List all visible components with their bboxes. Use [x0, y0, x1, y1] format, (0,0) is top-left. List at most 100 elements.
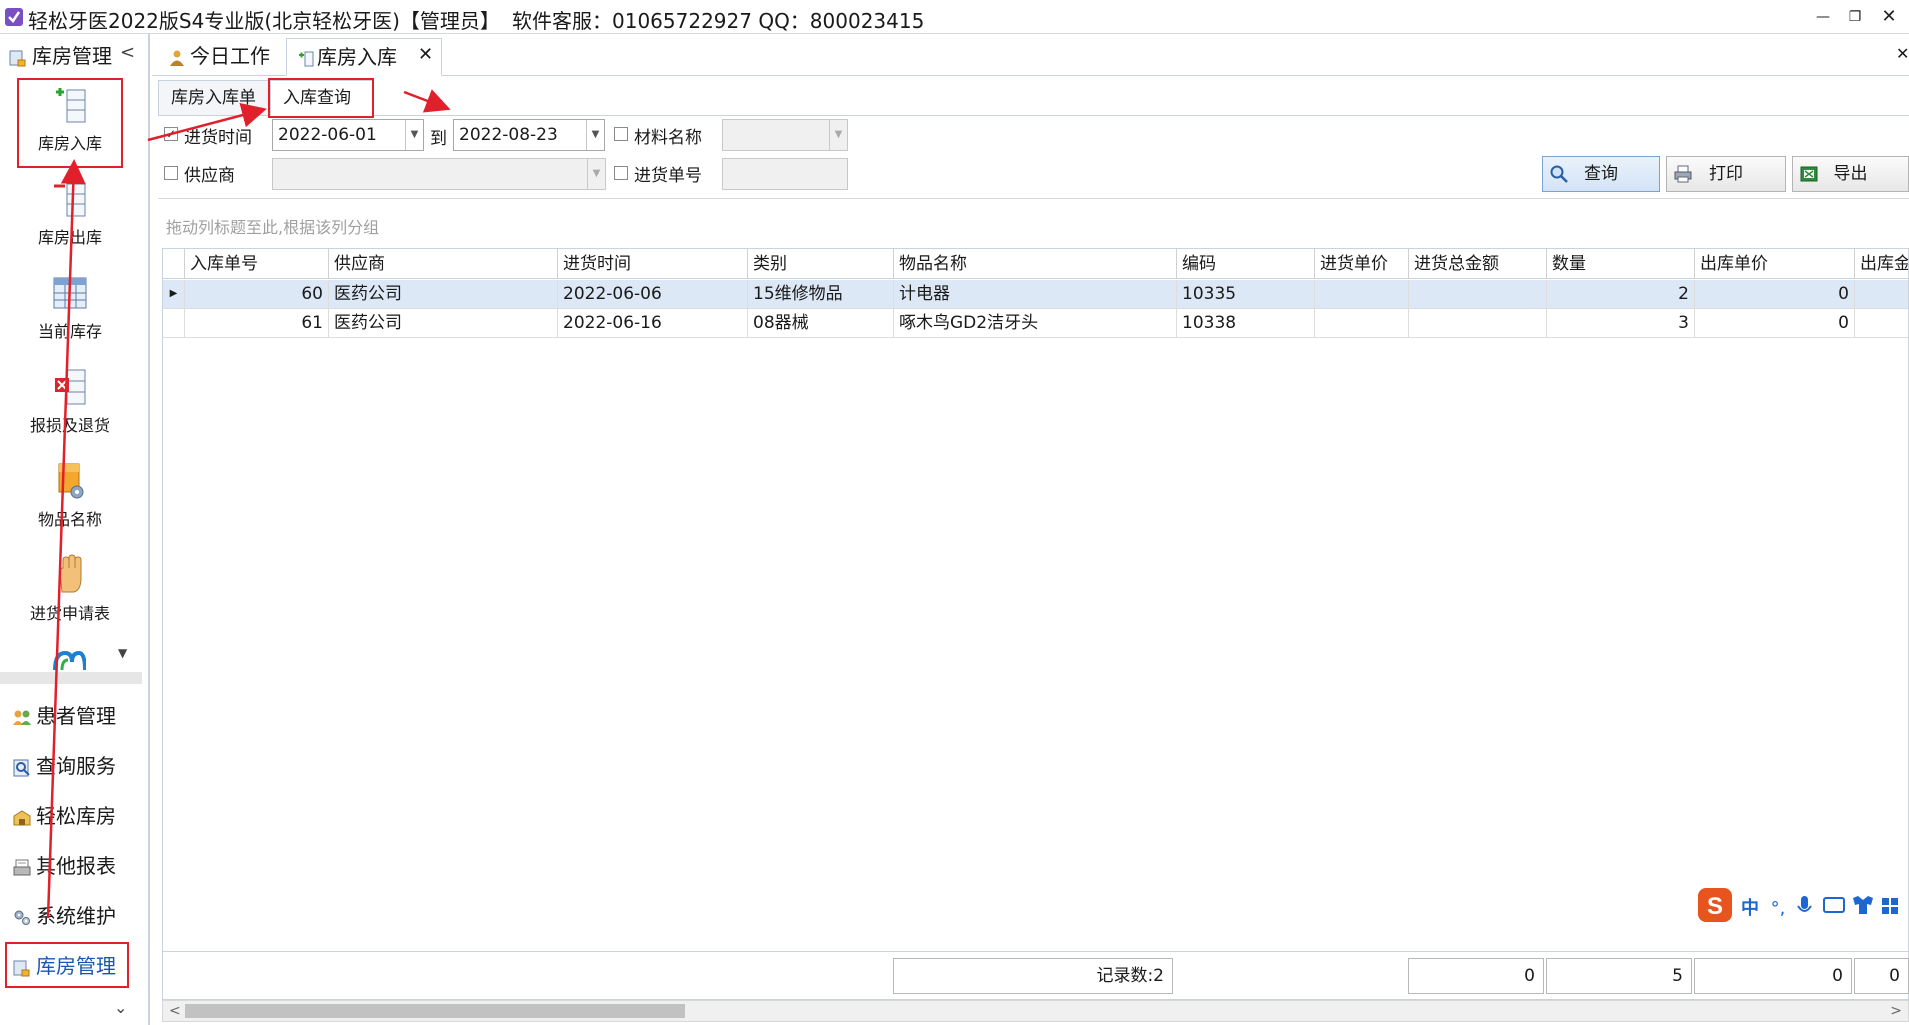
nav-label: 查询服务 [36, 754, 116, 778]
column-header-out-price[interactable]: 出库单价 [1695, 249, 1855, 279]
tool-label: 当前库存 [37, 322, 102, 341]
ime-mic-icon [1801, 896, 1808, 909]
sidebar-header[interactable]: 库房管理 [8, 40, 112, 70]
ime-mode: 中 [1741, 897, 1759, 919]
ime-keyboard-icon [1823, 897, 1845, 913]
supplier-filter-checkbox[interactable] [164, 163, 178, 183]
dropdown-arrow-icon[interactable]: ▼ [829, 120, 847, 150]
material-select[interactable]: ▼ [722, 119, 848, 151]
scroll-down-icon[interactable]: ▼ [118, 646, 127, 660]
dropdown-arrow-icon[interactable]: ▼ [405, 120, 423, 150]
footer-total-amount: 0 [1408, 958, 1544, 994]
tab-label: 库房入库 [317, 45, 397, 69]
column-header-supplier[interactable]: 供应商 [329, 249, 558, 279]
table-cell[interactable]: 60 [185, 280, 329, 309]
sidebar-header-label: 库房管理 [32, 44, 112, 68]
row-indicator[interactable] [163, 309, 185, 338]
footer-total-quantity: 5 [1546, 958, 1692, 994]
close-icon[interactable]: ✕ [418, 44, 433, 65]
column-header-unit-price[interactable]: 进货单价 [1315, 249, 1409, 279]
tool-purchase-request[interactable]: 进货申请表 [0, 554, 140, 624]
ime-toolbar[interactable]: S 中 °, [1696, 886, 1909, 926]
checkbox-checked-icon: ✓ [164, 127, 178, 141]
table-cell[interactable] [1409, 309, 1547, 338]
dropdown-arrow-icon[interactable]: ▼ [587, 159, 605, 189]
tab-label: 今日工作 [190, 44, 270, 68]
annotation-box-inbound [17, 78, 123, 168]
table-cell[interactable]: 10335 [1177, 280, 1315, 309]
table-cell[interactable]: 计电器 [894, 280, 1177, 309]
query-service-icon [13, 759, 30, 776]
column-header-total-amount[interactable]: 进货总金额 [1409, 249, 1547, 279]
nav-item-warehouse[interactable]: 轻松库房 [12, 800, 116, 830]
table-cell[interactable]: 2022-06-06 [558, 280, 748, 309]
tool-outbound[interactable]: 库房出库 [0, 178, 140, 248]
tab-today-work[interactable]: 今日工作 [158, 38, 284, 76]
table-cell[interactable] [1855, 280, 1908, 309]
warehouse-icon [13, 809, 31, 825]
column-header-quantity[interactable]: 数量 [1547, 249, 1695, 279]
nav-item-query-service[interactable]: 查询服务 [12, 750, 116, 780]
dropdown-arrow-icon[interactable]: ▼ [586, 120, 604, 150]
close-panel-icon[interactable]: ✕ [1896, 44, 1909, 63]
date-to-picker[interactable]: 2022-08-23 ▼ [453, 119, 605, 151]
table-cell[interactable] [1315, 309, 1409, 338]
chevron-down-icon[interactable]: ⌄ [114, 998, 127, 1017]
table-cell[interactable]: 3 [1547, 309, 1695, 338]
table-cell[interactable] [1409, 280, 1547, 309]
tool-inventory[interactable]: 当前库存 [0, 272, 140, 342]
excel-icon [1800, 166, 1818, 182]
table-cell[interactable] [1855, 309, 1908, 338]
table-cell[interactable]: 0 [1695, 309, 1855, 338]
column-header-order-no[interactable]: 入库单号 [185, 249, 329, 279]
column-header-item-name[interactable]: 物品名称 [894, 249, 1177, 279]
table-cell[interactable]: 0 [1695, 280, 1855, 309]
order-no-input[interactable] [722, 158, 848, 190]
table-cell[interactable]: 08器械 [748, 309, 894, 338]
tool-damage-return[interactable]: 报损及退货 [0, 366, 140, 436]
export-button[interactable]: 导出 [1792, 156, 1909, 192]
material-filter-checkbox[interactable] [614, 124, 628, 144]
more-tools-icon[interactable] [52, 650, 86, 674]
table-cell[interactable]: 啄木鸟GD2洁牙头 [894, 309, 1177, 338]
order-no-filter-checkbox[interactable] [614, 163, 628, 183]
column-header-code[interactable]: 编码 [1177, 249, 1315, 279]
table-cell[interactable]: 61 [185, 309, 329, 338]
scrollbar-thumb[interactable] [185, 1004, 685, 1018]
chevron-left-icon[interactable]: < [120, 42, 135, 63]
table-cell[interactable]: 2022-06-16 [558, 309, 748, 338]
column-header-category[interactable]: 类别 [748, 249, 894, 279]
table-cell[interactable]: 2 [1547, 280, 1695, 309]
restore-button[interactable]: ❐ [1844, 6, 1866, 28]
supplier-select[interactable]: ▼ [272, 158, 606, 190]
query-button[interactable]: 查询 [1542, 156, 1660, 192]
row-indicator-header [163, 249, 185, 279]
nav-item-reports[interactable]: 其他报表 [12, 850, 116, 880]
tool-label: 进货申请表 [29, 604, 110, 623]
nav-item-patients[interactable]: 患者管理 [12, 700, 116, 730]
sidebar-splitter[interactable] [0, 672, 142, 684]
scroll-right-icon[interactable]: > [1890, 1001, 1902, 1021]
column-header-purchase-date[interactable]: 进货时间 [558, 249, 748, 279]
nav-item-maintenance[interactable]: 系统维护 [12, 900, 116, 930]
print-button[interactable]: 打印 [1666, 156, 1786, 192]
tool-item-name[interactable]: 物品名称 [0, 460, 140, 530]
date-from-value: 2022-06-01 [278, 125, 377, 145]
close-window-button[interactable]: ✕ [1878, 6, 1900, 28]
row-indicator-icon[interactable]: ▶ [163, 280, 185, 309]
table-cell[interactable] [1315, 280, 1409, 309]
table-cell[interactable]: 医药公司 [329, 309, 558, 338]
date-filter-checkbox[interactable]: ✓ [164, 124, 178, 144]
column-header-out-amount[interactable]: 出库金 [1855, 249, 1908, 279]
support-contact: 软件客服：01065722927 QQ：800023415 [512, 9, 925, 33]
scroll-left-icon[interactable]: < [169, 1001, 181, 1021]
query-button-label: 查询 [1584, 164, 1618, 184]
table-cell[interactable]: 15维修物品 [748, 280, 894, 309]
ime-skin-icon [1853, 896, 1873, 914]
horizontal-scrollbar[interactable]: < > [162, 1000, 1909, 1022]
subtab-inbound-form[interactable]: 库房入库单 [158, 80, 270, 116]
date-from-picker[interactable]: 2022-06-01 ▼ [272, 119, 424, 151]
table-cell[interactable]: 10338 [1177, 309, 1315, 338]
minimize-button[interactable]: — [1812, 6, 1834, 28]
table-cell[interactable]: 医药公司 [329, 280, 558, 309]
